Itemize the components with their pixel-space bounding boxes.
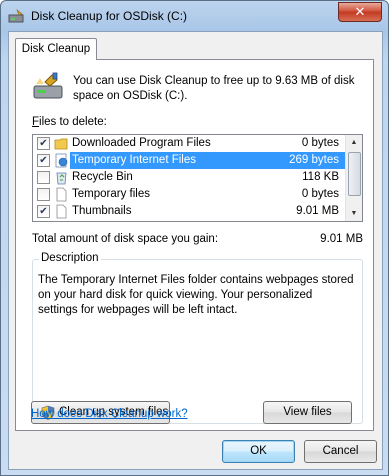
disk-cleanup-window: Disk Cleanup for OSDisk (C:) ✕ Disk Clea…	[0, 0, 389, 476]
scroll-down-icon[interactable]: ▼	[346, 206, 362, 221]
tab-panel: You can use Disk Cleanup to free up to 9…	[15, 59, 374, 431]
item-size: 0 bytes	[301, 137, 339, 149]
help-link[interactable]: How does Disk Cleanup work?	[31, 408, 188, 420]
folder-icon	[54, 136, 69, 151]
ok-button[interactable]: OK	[222, 440, 295, 463]
tab-disk-cleanup[interactable]: Disk Cleanup	[15, 38, 97, 60]
cancel-button[interactable]: Cancel	[304, 440, 377, 463]
list-scrollbar[interactable]: ▲ ▼	[345, 135, 362, 221]
list-item-temporary-internet-files[interactable]: ✔ Temporary Internet Files 269 bytes	[33, 152, 345, 169]
list-item-temporary-files[interactable]: Temporary files 0 bytes	[33, 186, 345, 203]
scrollbar-thumb[interactable]	[348, 152, 361, 196]
list-item-downloaded-program-files[interactable]: ✔ Downloaded Program Files 0 bytes	[33, 135, 345, 152]
disk-cleanup-icon	[32, 72, 64, 102]
checkbox-downloaded-program-files[interactable]: ✔	[37, 137, 50, 150]
item-name: Recycle Bin	[72, 171, 133, 183]
close-icon: ✕	[354, 4, 366, 19]
item-name: Thumbnails	[72, 205, 132, 217]
recycle-bin-icon	[54, 170, 69, 185]
description-legend: Description	[39, 252, 101, 264]
scroll-up-icon[interactable]: ▲	[346, 135, 362, 150]
close-button[interactable]: ✕	[338, 2, 382, 22]
files-to-delete-list[interactable]: ✔ Downloaded Program Files 0 bytes ✔ Tem…	[32, 134, 363, 222]
view-files-button[interactable]: View files	[263, 401, 352, 424]
disk-cleanup-app-icon	[8, 9, 24, 24]
item-size: 118 KB	[302, 171, 339, 183]
files-to-delete-label: Files to delete:	[32, 116, 107, 128]
total-space-value: 9.01 MB	[320, 233, 363, 245]
description-text: The Temporary Internet Files folder cont…	[38, 274, 354, 316]
window-title: Disk Cleanup for OSDisk (C:)	[31, 9, 188, 23]
item-name: Temporary files	[72, 188, 150, 200]
list-item-recycle-bin[interactable]: Recycle Bin 118 KB	[33, 169, 345, 186]
file-icon	[54, 187, 69, 202]
checkbox-recycle-bin[interactable]	[37, 171, 50, 184]
description-group: Description The Temporary Internet Files…	[32, 252, 363, 424]
dialog-client-area: Disk Cleanup You can use Disk Cleanup to…	[8, 31, 383, 470]
title-bar[interactable]: Disk Cleanup for OSDisk (C:) ✕	[1, 1, 388, 31]
item-size: 269 bytes	[289, 154, 339, 166]
checkbox-temporary-files[interactable]	[37, 188, 50, 201]
file-icon	[54, 204, 69, 219]
internet-files-icon	[54, 153, 69, 168]
total-space-label: Total amount of disk space you gain:	[32, 233, 219, 245]
item-size: 9.01 MB	[296, 205, 339, 217]
item-name: Downloaded Program Files	[72, 137, 211, 149]
item-size: 0 bytes	[301, 188, 339, 200]
checkbox-temporary-internet-files[interactable]: ✔	[37, 154, 50, 167]
checkbox-thumbnails[interactable]: ✔	[37, 205, 50, 218]
list-item-thumbnails[interactable]: ✔ Thumbnails 9.01 MB	[33, 203, 345, 220]
intro-text: You can use Disk Cleanup to free up to 9…	[73, 75, 355, 102]
